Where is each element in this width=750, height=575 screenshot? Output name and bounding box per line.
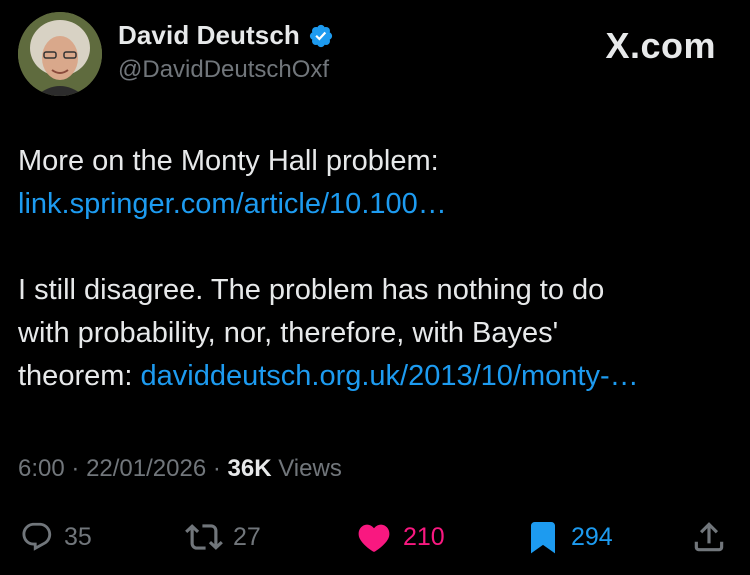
verified-badge-icon: [308, 23, 334, 49]
author-name-row: David Deutsch: [118, 20, 334, 51]
tweet-meta: 6:00 · 22/01/2026 · 36K Views: [18, 455, 342, 482]
repost-button[interactable]: 27: [185, 512, 261, 562]
tweet-date[interactable]: 22/01/2026: [86, 455, 206, 482]
like-count: 210: [403, 522, 445, 551]
share-icon: [694, 522, 724, 552]
views-count: 36K: [227, 455, 272, 482]
tweet-link-springer[interactable]: link.springer.com/article/10.100…: [18, 188, 447, 220]
tweet-line: with probability, nor, therefore, with B…: [18, 317, 559, 349]
brand-logo: X.com: [605, 25, 716, 66]
bookmark-count: 294: [571, 522, 613, 551]
bookmark-icon: [531, 522, 555, 554]
action-bar: 35 27 210 294: [0, 512, 750, 562]
bookmark-button[interactable]: 294: [525, 512, 613, 562]
tweet-time[interactable]: 6:00: [18, 455, 65, 482]
author-handle[interactable]: @DavidDeutschOxf: [118, 56, 329, 84]
like-button[interactable]: 210: [355, 512, 445, 562]
tweet-line: I still disagree. The problem has nothin…: [18, 274, 605, 306]
avatar[interactable]: [18, 12, 102, 96]
avatar-image: [18, 12, 102, 96]
tweet-line: More on the Monty Hall problem:: [18, 145, 439, 177]
repost-icon: [185, 524, 223, 550]
tweet-link-deutsch[interactable]: daviddeutsch.org.uk/2013/10/monty-…: [141, 360, 639, 392]
views-label: Views: [278, 455, 342, 482]
share-button[interactable]: [690, 512, 728, 562]
reply-button[interactable]: 35: [20, 512, 92, 562]
repost-count: 27: [233, 522, 261, 551]
tweet-text: More on the Monty Hall problem: link.spr…: [18, 140, 733, 398]
tweet-line: theorem:: [18, 360, 141, 392]
author-name[interactable]: David Deutsch: [118, 20, 300, 51]
reply-icon: [22, 522, 52, 551]
reply-count: 35: [64, 522, 92, 551]
heart-icon: [358, 524, 390, 552]
